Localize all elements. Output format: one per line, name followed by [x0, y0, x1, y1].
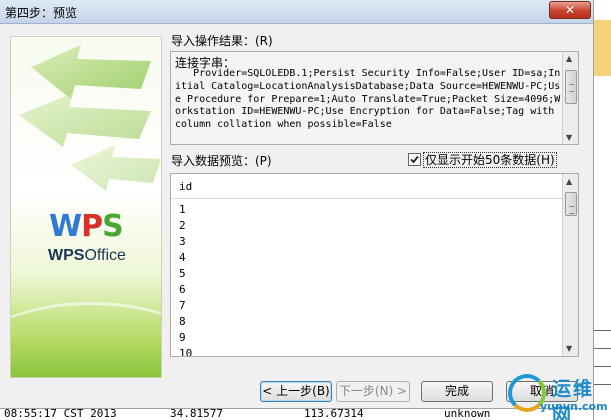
table-row: 9 [179, 331, 186, 344]
table-row: 3 [179, 235, 186, 248]
data-preview-grid[interactable]: id 1 2 3 4 5 6 7 8 9 10 ▲ ▼ [170, 173, 579, 357]
close-button[interactable]: ✕ [549, 1, 591, 19]
table-row: 6 [179, 283, 186, 296]
background-divider [594, 330, 611, 331]
first-50-rows-checkbox[interactable] [408, 153, 421, 166]
column-header-id: id [179, 180, 193, 193]
background-cell-longitude: 113.67314 [304, 408, 364, 420]
wordmark-suffix: Office [84, 247, 126, 264]
background-app-edge [593, 0, 611, 420]
watermark-cn: 运维网 [552, 378, 595, 420]
preview-scrollbar[interactable]: ▲ ▼ [562, 174, 578, 356]
table-row: 8 [179, 315, 186, 328]
checkmark-icon [410, 155, 419, 164]
connection-scrollbar[interactable]: ▲ ▼ [562, 52, 578, 144]
background-cell-status: unknown [444, 408, 491, 420]
wps-banner: WPS WPSOffice [10, 36, 162, 378]
connection-string-box[interactable]: 连接字串： Provider=SQLOLEDB.1;Persist Securi… [170, 51, 579, 145]
close-icon: ✕ [564, 3, 576, 17]
background-table-row: 08:55:17 CST 2013 34.81577 113.67314 unk… [0, 408, 593, 420]
scroll-thumb[interactable] [565, 70, 577, 104]
import-result-label: 导入操作结果：(R) [171, 34, 273, 48]
scroll-up-icon[interactable]: ▲ [566, 177, 572, 186]
background-cell-time: 08:55:17 CST 2013 [4, 408, 117, 420]
scroll-down-icon[interactable]: ▼ [566, 133, 572, 142]
scroll-down-icon[interactable]: ▼ [566, 344, 572, 353]
table-row: 7 [179, 299, 186, 312]
first-50-rows-label[interactable]: 仅显示开始50条数据(H) [423, 152, 557, 168]
table-row: 2 [179, 219, 186, 232]
watermark-en: yunvn.com [540, 400, 608, 413]
background-divider [594, 366, 611, 367]
table-row: 5 [179, 267, 186, 280]
grid-rows: 1 2 3 4 5 6 7 8 9 10 [179, 202, 193, 357]
window-title: 第四步：预览 [5, 6, 78, 20]
wordmark-brand: WPS [48, 247, 85, 264]
background-cell-latitude: 34.81577 [170, 408, 223, 420]
finish-button[interactable]: 完成 [421, 381, 493, 402]
logo-letter-w: W [49, 209, 82, 244]
connection-string-text: Provider=SQLOLEDB.1;Persist Security Inf… [175, 68, 561, 131]
logo-letter-s: S [102, 209, 124, 244]
wps-logo: WPS [49, 209, 124, 244]
title-bar: 第四步：预览 ✕ [0, 0, 611, 24]
site-watermark: 运维网 yunvn.com [506, 372, 611, 420]
scroll-up-icon[interactable]: ▲ [566, 54, 572, 63]
import-wizard-dialog: WPS WPSOffice 导入操作结果：(R) 连接字串： Provider=… [0, 24, 593, 410]
table-row: 4 [179, 251, 186, 264]
back-button[interactable]: < 上一步(B) [260, 381, 332, 402]
logo-letter-p: P [81, 209, 103, 244]
table-row: 10 [179, 347, 193, 357]
table-row: 1 [179, 203, 186, 216]
background-divider [594, 348, 611, 349]
decorative-wave [11, 302, 161, 377]
scroll-thumb[interactable] [565, 192, 577, 216]
background-highlight [594, 20, 611, 76]
grid-header: id [171, 174, 563, 199]
arrows-graphic [19, 45, 161, 191]
wps-office-wordmark: WPSOffice [48, 247, 126, 265]
preview-label: 导入数据预览：(P) [171, 154, 272, 168]
next-button[interactable]: 下一步(N) > [336, 381, 410, 402]
